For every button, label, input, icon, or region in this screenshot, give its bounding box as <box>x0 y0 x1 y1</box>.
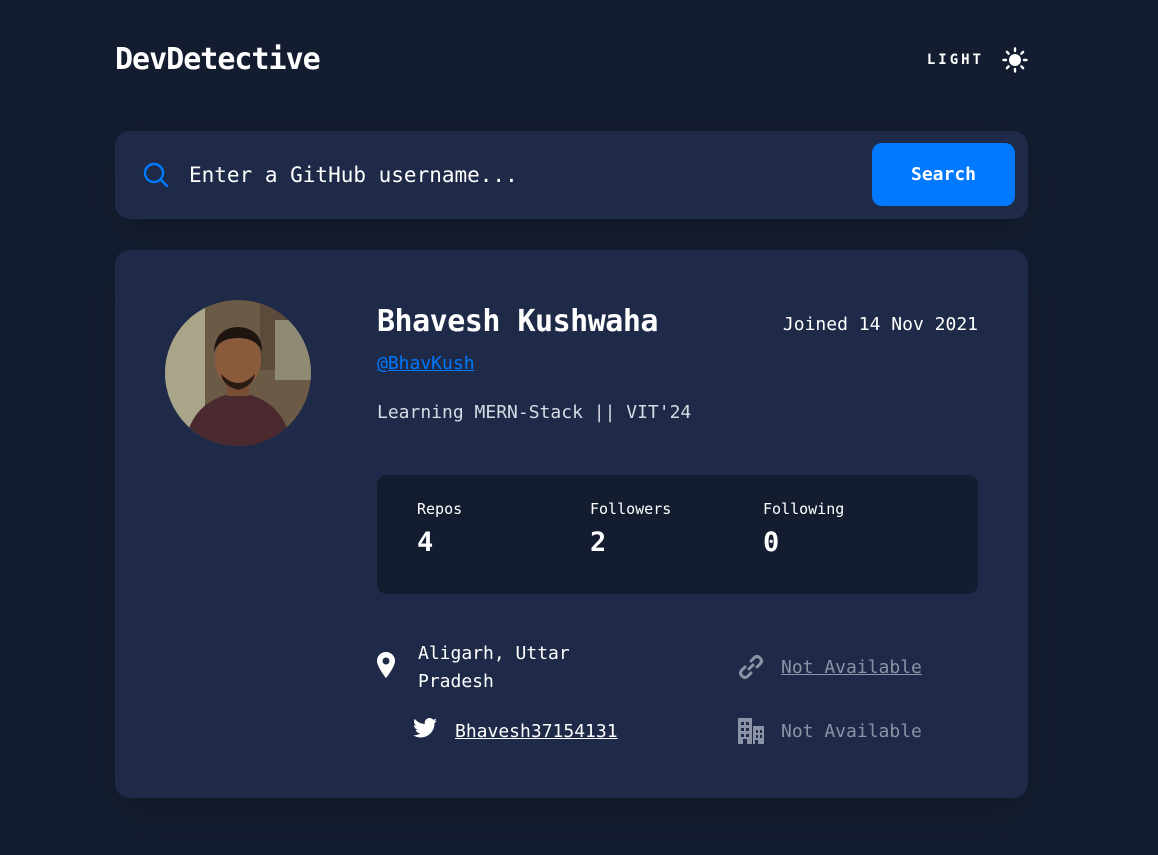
company-building-icon <box>738 718 764 744</box>
twitter-row: Bhavesh37154131 <box>413 718 618 746</box>
search-button[interactable]: Search <box>872 143 1015 206</box>
company-text: Not Available <box>781 721 922 742</box>
profile-bio: Learning MERN-Stack || VIT'24 <box>377 402 692 423</box>
stat-label-followers: Followers <box>590 500 672 518</box>
search-bar: Search <box>115 131 1028 219</box>
twitter-icon <box>413 718 437 738</box>
profile-card: Bhavesh Kushwaha Joined 14 Nov 2021 @Bha… <box>115 250 1028 798</box>
theme-toggle-label: LIGHT <box>926 52 984 68</box>
stat-value-following: 0 <box>763 527 780 558</box>
search-icon <box>143 162 169 188</box>
location-pin-icon <box>377 652 395 678</box>
stats-panel: Repos 4 Followers 2 Following 0 <box>377 475 978 594</box>
avatar <box>165 300 311 446</box>
location-text: Aligarh, Uttar Pradesh <box>418 643 570 692</box>
stat-repos: Repos 4 <box>417 500 462 558</box>
twitter-link[interactable]: Bhavesh37154131 <box>455 718 618 746</box>
app-logo: DevDetective <box>115 42 321 77</box>
joined-date: Joined 14 Nov 2021 <box>782 314 978 335</box>
location-row: Aligarh, Uttar Pradesh <box>377 640 608 696</box>
stat-value-followers: 2 <box>590 527 607 558</box>
company-row: Not Available <box>738 718 922 746</box>
stat-followers: Followers 2 <box>590 500 671 558</box>
theme-toggle-button[interactable]: LIGHT <box>927 44 1028 76</box>
profile-name: Bhavesh Kushwaha <box>377 304 658 339</box>
stat-label-repos: Repos <box>417 500 463 518</box>
profile-handle-link[interactable]: @BhavKush <box>377 353 475 374</box>
stat-label-following: Following <box>763 500 845 518</box>
app-header: DevDetective LIGHT <box>115 40 1028 84</box>
stat-following: Following 0 <box>763 500 844 558</box>
website-link[interactable]: Not Available <box>781 654 922 682</box>
stat-value-repos: 4 <box>417 527 434 558</box>
sun-icon <box>1002 47 1028 73</box>
search-input[interactable] <box>189 155 849 195</box>
website-row: Not Available <box>738 654 922 682</box>
link-icon <box>739 655 763 679</box>
